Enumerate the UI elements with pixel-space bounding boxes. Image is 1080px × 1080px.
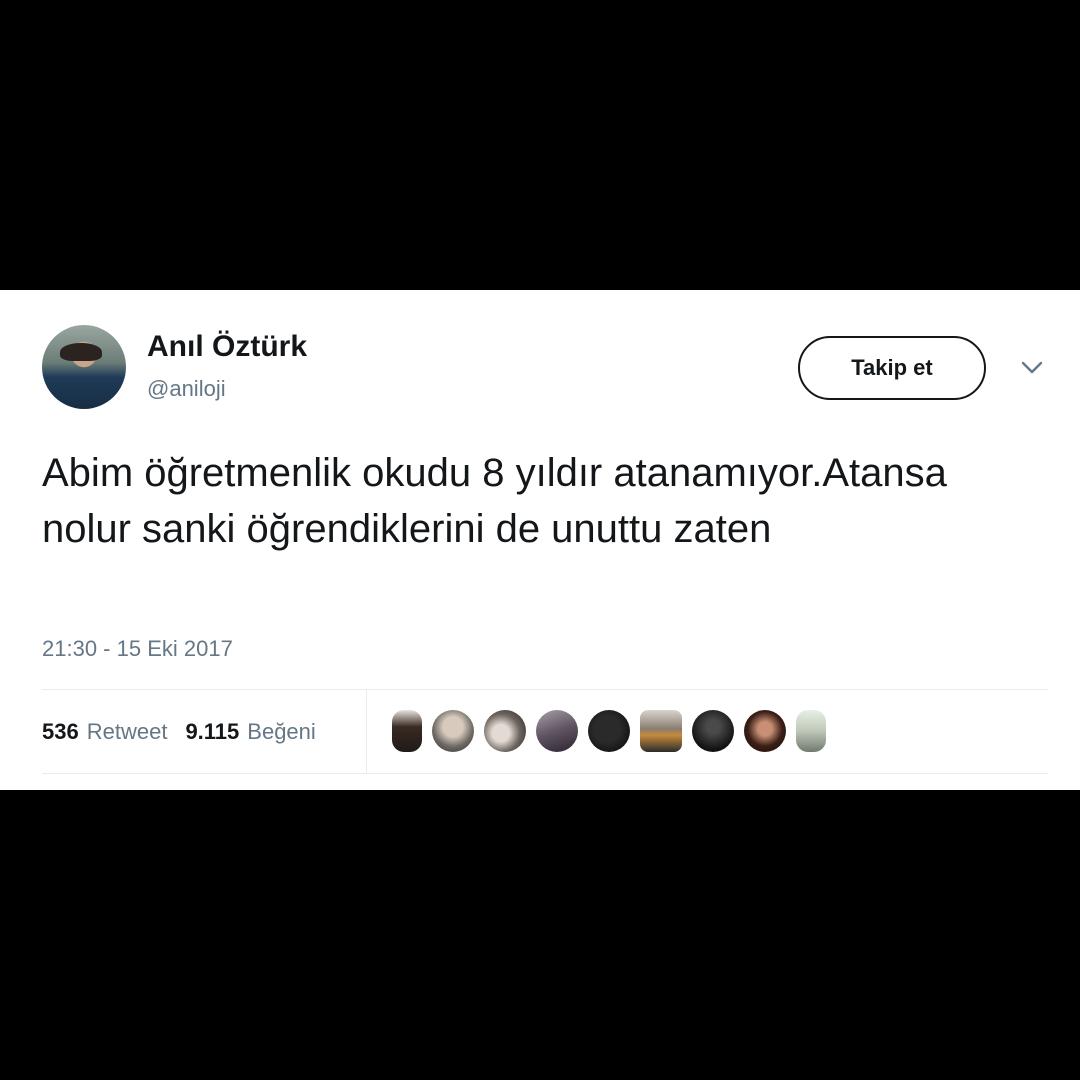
follow-button[interactable]: Takip et	[798, 336, 986, 400]
liker-avatar[interactable]	[432, 710, 474, 752]
retweet-stat[interactable]: 536 Retweet	[42, 719, 167, 745]
like-label: Beğeni	[247, 718, 316, 744]
stats-bottom-divider	[42, 773, 1048, 774]
tweet-stats: 536 Retweet 9.115 Beğeni	[42, 690, 334, 773]
tweet-text: Abim öğretmenlik okudu 8 yıldır atanamıy…	[42, 451, 947, 551]
liker-avatar[interactable]	[536, 710, 578, 752]
liker-avatar[interactable]	[484, 710, 526, 752]
retweet-count: 536	[42, 718, 79, 744]
stats-separator	[366, 690, 367, 773]
retweet-label: Retweet	[86, 718, 168, 744]
like-count: 9.115	[185, 718, 240, 744]
liker-avatar[interactable]	[588, 710, 630, 752]
chevron-down-icon[interactable]	[1020, 360, 1044, 376]
liker-avatars	[392, 710, 836, 752]
liker-avatar[interactable]	[640, 710, 682, 752]
tweet-card: Anıl Öztürk @aniloji Takip et Abim öğret…	[0, 290, 1080, 790]
like-stat[interactable]: 9.115 Beğeni	[185, 719, 315, 745]
author-handle[interactable]: @aniloji	[147, 376, 226, 402]
author-avatar[interactable]	[42, 325, 126, 409]
liker-avatar[interactable]	[392, 710, 422, 752]
tweet-timestamp[interactable]: 21:30 - 15 Eki 2017	[42, 636, 233, 662]
author-display-name[interactable]: Anıl Öztürk	[147, 330, 307, 364]
liker-avatar[interactable]	[692, 710, 734, 752]
liker-avatar[interactable]	[744, 710, 786, 752]
liker-avatar[interactable]	[796, 710, 826, 752]
